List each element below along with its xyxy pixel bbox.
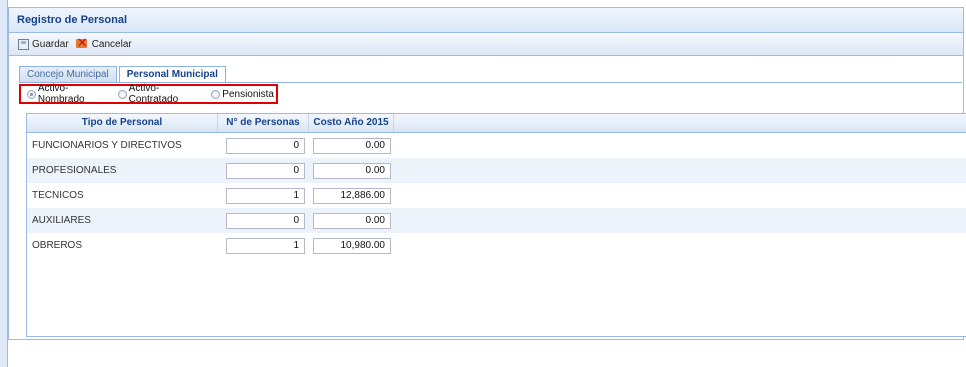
radio-checked-icon[interactable] xyxy=(27,89,36,99)
left-edge-panel xyxy=(0,0,8,367)
radio-activo-contratado[interactable]: Activo-Contratado xyxy=(117,83,208,105)
tab-strip: Concejo Municipal Personal Municipal xyxy=(19,66,226,83)
save-button-label: Guardar xyxy=(32,38,69,50)
toolbar: Guardar Cancelar xyxy=(9,33,963,56)
costo-input[interactable]: 0.00 xyxy=(313,137,391,154)
radio-label: Pensionista xyxy=(222,88,274,100)
tipo-cell: FUNCIONARIOS Y DIRECTIVOS xyxy=(32,140,182,151)
personas-input[interactable]: 0 xyxy=(226,137,305,154)
personas-input[interactable]: 1 xyxy=(226,187,305,204)
personas-input[interactable]: 1 xyxy=(226,237,305,254)
personas-input[interactable]: 0 xyxy=(226,162,305,179)
column-header-tipo[interactable]: Tipo de Personal xyxy=(27,114,218,132)
cancel-button[interactable]: Cancelar xyxy=(72,36,135,52)
costo-input[interactable]: 10,980.00 xyxy=(313,237,391,254)
radio-unchecked-icon[interactable] xyxy=(117,89,127,99)
save-icon xyxy=(18,38,29,50)
radio-label: Activo-Contratado xyxy=(128,83,179,105)
tipo-cell: OBREROS xyxy=(32,240,83,251)
tab-personal-municipal[interactable]: Personal Municipal xyxy=(118,66,226,83)
registro-personal-window: Registro de Personal Guardar Cancelar Co… xyxy=(8,7,966,340)
tipo-cell: AUXILIARES xyxy=(32,215,91,226)
table-row: PROFESIONALES 0 0.00 xyxy=(27,158,966,183)
radio-unchecked-icon[interactable] xyxy=(211,89,221,99)
tipo-cell: TECNICOS xyxy=(32,190,84,201)
personas-input[interactable]: 0 xyxy=(226,212,305,229)
save-button[interactable]: Guardar xyxy=(15,37,72,52)
table-row: TECNICOS 1 12,886.00 xyxy=(27,183,966,208)
cancel-button-label: Cancelar xyxy=(91,38,132,50)
costo-input[interactable]: 12,886.00 xyxy=(313,187,391,204)
table-row: FUNCIONARIOS Y DIRECTIVOS 0 0.00 xyxy=(27,133,966,158)
column-header-costo[interactable]: Costo Año 2015 xyxy=(309,114,394,132)
personal-type-radio-group: Activo-Nombrado Activo-Contratado Pensio… xyxy=(19,83,278,105)
radio-label: Activo-Nombrado xyxy=(37,83,85,105)
costo-input[interactable]: 0.00 xyxy=(313,212,391,229)
personal-grid: Tipo de Personal N° de Personas Costo Añ… xyxy=(26,113,966,337)
tipo-cell: PROFESIONALES xyxy=(32,165,117,176)
table-row: OBREROS 1 10,980.00 xyxy=(27,233,966,258)
column-header-personas[interactable]: N° de Personas xyxy=(218,114,309,132)
costo-input[interactable]: 0.00 xyxy=(313,162,391,179)
radio-pensionista[interactable]: Pensionista xyxy=(211,89,274,100)
table-row: AUXILIARES 0 0.00 xyxy=(27,208,966,233)
radio-activo-nombrado[interactable]: Activo-Nombrado xyxy=(27,83,114,105)
window-title: Registro de Personal xyxy=(9,8,963,33)
grid-header: Tipo de Personal N° de Personas Costo Añ… xyxy=(27,114,966,133)
cancel-icon xyxy=(75,36,89,51)
tab-concejo-municipal[interactable]: Concejo Municipal xyxy=(19,66,117,82)
